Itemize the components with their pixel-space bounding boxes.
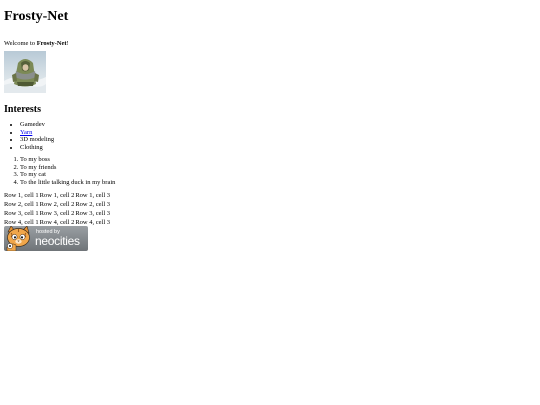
- table-cell: Row 2, cell 3: [75, 200, 111, 208]
- page-content: Frosty-Net Welcome to Frosty-Net! Intere…: [4, 0, 534, 251]
- list-item: To the little talking duck in my brain: [20, 179, 534, 187]
- badge-neocities-text: neocities: [35, 233, 80, 248]
- welcome-suffix: !: [66, 40, 69, 47]
- dedication-label: To the little talking duck in my brain: [20, 178, 116, 186]
- avatar-image: [4, 51, 46, 93]
- dedication-label: To my friends: [20, 163, 57, 171]
- table-cell: Row 3, cell 3: [75, 209, 111, 217]
- table-cell: Row 1, cell 1: [4, 191, 39, 199]
- table-cell: Row 2, cell 2: [39, 200, 75, 208]
- table-cell: Row 3, cell 1: [4, 209, 39, 217]
- list-item: To my friends: [20, 164, 534, 172]
- table-row: Row 1, cell 1 Row 1, cell 2 Row 1, cell …: [4, 191, 110, 200]
- interest-label: 3D modeling: [20, 136, 55, 144]
- page-title: Frosty-Net: [4, 9, 69, 24]
- neocities-cat-mascot-icon: [6, 225, 30, 251]
- table-row: Row 2, cell 1 Row 2, cell 2 Row 2, cell …: [4, 200, 110, 209]
- list-item: Gamedev: [20, 121, 534, 129]
- list-item[interactable]: Yarn: [20, 129, 534, 137]
- welcome-prefix: Welcome to: [4, 40, 37, 47]
- dedication-label: To my boss: [20, 155, 50, 163]
- welcome-site-name: Frosty-Net: [36, 40, 67, 47]
- table-cell: Row 1, cell 2: [39, 191, 75, 199]
- interest-label: Gamedev: [20, 121, 45, 128]
- dedication-label: To my cat: [20, 171, 46, 179]
- table-cell: Row 3, cell 2: [39, 209, 75, 217]
- data-table: Row 1, cell 1 Row 1, cell 2 Row 1, cell …: [3, 191, 111, 227]
- welcome-text: Welcome to Frosty-Net!: [4, 40, 534, 48]
- table-cell: Row 2, cell 1: [4, 200, 39, 208]
- interest-label: Clothing: [20, 144, 43, 152]
- table-row: Row 3, cell 1 Row 3, cell 2 Row 3, cell …: [4, 209, 110, 218]
- list-item: To my cat: [20, 171, 534, 179]
- list-item: Clothing: [20, 144, 534, 152]
- interests-heading: Interests: [4, 104, 42, 115]
- cloaked-figure-icon: [4, 59, 46, 93]
- list-item: To my boss: [20, 156, 534, 164]
- list-item: 3D modeling: [20, 136, 534, 144]
- table-cell: Row 1, cell 3: [75, 191, 111, 199]
- interest-link-yarn[interactable]: Yarn: [20, 129, 32, 136]
- neocities-badge-link[interactable]: hosted by neocities: [4, 225, 88, 251]
- interests-list: Gamedev Yarn 3D modeling Clothing: [4, 121, 534, 152]
- dedications-list: To my boss To my friends To my cat To th…: [4, 156, 534, 187]
